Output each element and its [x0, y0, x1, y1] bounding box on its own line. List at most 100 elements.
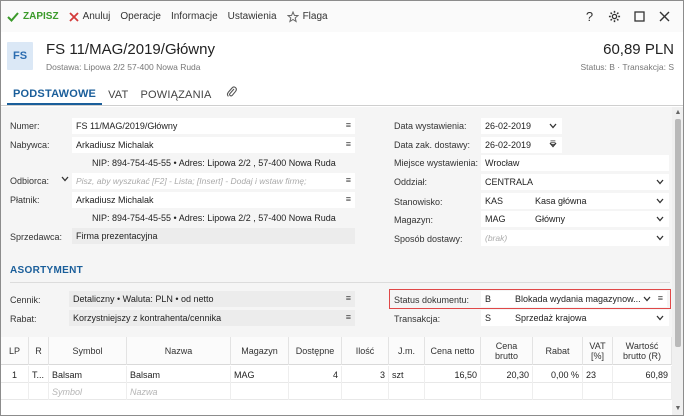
help-button[interactable]: ?	[577, 1, 602, 32]
scroll-up-icon[interactable]: ▲	[674, 109, 682, 117]
cell-lp-empty	[1, 383, 29, 400]
col-header-jm[interactable]: J.m.	[389, 337, 425, 365]
col-header-lp[interactable]: LP	[1, 337, 29, 365]
menu-icon[interactable]: ≡	[658, 293, 663, 303]
sprzedawca-value: Firma prezentacyjna	[76, 231, 158, 241]
col-header-wartosc-brutto[interactable]: Wartość brutto (R)	[613, 337, 672, 365]
chevron-down-icon[interactable]	[656, 214, 664, 224]
status-dokumentu-select[interactable]: B Blokada wydania magazynow... ≡	[481, 291, 667, 307]
nabywca-details: NIP: 894-754-45-55 • Adres: Lipowa 2/2 ,…	[92, 158, 336, 168]
col-header-symbol[interactable]: Symbol	[49, 337, 127, 365]
flag-button[interactable]: Flaga	[282, 1, 333, 32]
items-table: LP R Symbol Nazwa Magazyn Dostępne Ilość…	[1, 337, 672, 415]
oddzial-label: Oddział:	[394, 177, 428, 187]
menu-icon[interactable]: ≡	[346, 312, 351, 322]
cell-jm[interactable]: szt	[389, 366, 425, 383]
data-zak-menu-icon[interactable]: ≡	[550, 138, 556, 149]
numer-field[interactable]: FS 11/MAG/2019/Główny ≡	[72, 118, 355, 134]
col-header-cena-brutto[interactable]: Cena brutto	[481, 337, 533, 365]
col-header-ilosc[interactable]: Ilość	[342, 337, 389, 365]
col-header-nazwa[interactable]: Nazwa	[127, 337, 231, 365]
gear-icon[interactable]	[602, 1, 627, 32]
cell-rabat[interactable]: 0,00 %	[533, 366, 583, 383]
cell-cena-netto[interactable]: 16,50	[425, 366, 481, 383]
menu-icon[interactable]: ≡	[346, 293, 351, 303]
sposob-dostawy-label: Sposób dostawy:	[394, 234, 463, 244]
save-label: ZAPISZ	[23, 11, 59, 22]
cell-cena-brutto[interactable]: 20,30	[481, 366, 533, 383]
settings-menu[interactable]: Ustawienia	[223, 1, 282, 32]
rabat-field[interactable]: Korzystniejszy z kontrahenta/cennika ≡	[69, 310, 355, 326]
table-row[interactable]: 1 T... Balsam Balsam MAG 4 3 szt 16,50 2…	[1, 366, 672, 383]
section-title-asortyment: ASORTYMENT	[10, 265, 83, 276]
menu-icon[interactable]: ≡	[346, 194, 351, 204]
platnik-details: NIP: 894-754-45-55 • Adres: Lipowa 2/2 ,…	[92, 213, 336, 223]
cell-magazyn[interactable]: MAG	[231, 366, 289, 383]
tab-vat[interactable]: VAT	[102, 89, 134, 105]
save-button[interactable]: ZAPISZ	[1, 1, 64, 32]
cell-empty	[342, 383, 389, 400]
cell-symbol[interactable]: Balsam	[49, 366, 127, 383]
cell-lp: 1	[1, 366, 29, 383]
cell-nazwa[interactable]: Balsam	[127, 366, 231, 383]
cell-empty	[231, 383, 289, 400]
new-item-row[interactable]: Symbol Nazwa	[1, 383, 672, 400]
odbiorca-dropdown-icon[interactable]	[61, 174, 69, 184]
cell-ilosc[interactable]: 3	[342, 366, 389, 383]
paperclip-icon[interactable]	[218, 85, 243, 105]
tab-powiazania[interactable]: POWIĄZANIA	[134, 89, 217, 105]
transakcja-select[interactable]: S Sprzedaż krajowa	[481, 310, 669, 326]
col-header-dostepne[interactable]: Dostępne	[289, 337, 342, 365]
col-header-vat[interactable]: VAT [%]	[583, 337, 613, 365]
platnik-field[interactable]: Arkadiusz Michalak ≡	[72, 192, 355, 208]
chevron-down-icon[interactable]	[656, 177, 664, 187]
chevron-down-icon[interactable]	[656, 196, 664, 206]
menu-icon[interactable]: ≡	[346, 120, 351, 130]
delivery-address: Dostawa: Lipowa 2/2 57-400 Nowa Ruda	[46, 62, 201, 72]
cennik-field[interactable]: Detaliczny • Waluta: PLN • od netto ≡	[69, 291, 355, 307]
sposob-dostawy-placeholder: (brak)	[485, 233, 508, 243]
cell-vat[interactable]: 23	[583, 366, 613, 383]
settings-label: Ustawienia	[227, 11, 277, 22]
cell-empty	[425, 383, 481, 400]
col-header-r[interactable]: R	[29, 337, 49, 365]
operations-label: Operacje	[120, 11, 161, 22]
tab-podstawowe[interactable]: PODSTAWOWE	[7, 88, 103, 105]
data-wystawienia-field[interactable]: 26-02-2019	[481, 118, 562, 134]
platnik-label: Płatnik:	[10, 195, 40, 205]
chevron-down-icon[interactable]	[643, 294, 651, 304]
vertical-scrollbar[interactable]: ▲ ▼	[672, 107, 683, 415]
menu-icon[interactable]: ≡	[346, 139, 351, 149]
cell-dostepne: 4	[289, 366, 342, 383]
sprzedawca-label: Sprzedawca:	[10, 232, 63, 242]
col-header-cena-netto[interactable]: Cena netto	[425, 337, 481, 365]
magazyn-select[interactable]: MAG Główny	[481, 211, 669, 227]
chevron-down-icon[interactable]	[656, 313, 664, 323]
odbiorca-search-input[interactable]: Pisz, aby wyszukać [F2] - Lista; [Insert…	[72, 173, 355, 189]
col-header-rabat[interactable]: Rabat	[533, 337, 583, 365]
oddzial-value: CENTRALA	[485, 177, 534, 187]
new-nazwa-input[interactable]: Nazwa	[127, 383, 231, 400]
stanowisko-select[interactable]: KAS Kasa główna	[481, 193, 669, 209]
miejsce-wystawienia-input[interactable]: Wrocław	[481, 155, 669, 171]
stanowisko-value: Kasa główna	[535, 196, 587, 206]
flag-label: Flaga	[302, 11, 328, 22]
cancel-button[interactable]: Anuluj	[64, 1, 116, 32]
close-window-icon[interactable]	[652, 1, 677, 32]
scroll-thumb[interactable]	[675, 119, 681, 347]
data-wystawienia-value: 26-02-2019	[485, 121, 532, 131]
col-header-magazyn[interactable]: Magazyn	[231, 337, 289, 365]
nabywca-value: Arkadiusz Michalak	[76, 140, 154, 150]
chevron-down-icon[interactable]	[656, 233, 664, 243]
oddzial-select[interactable]: CENTRALA	[481, 174, 669, 190]
cell-empty	[583, 383, 613, 400]
nabywca-field[interactable]: Arkadiusz Michalak ≡	[72, 137, 355, 153]
maximize-icon[interactable]	[627, 1, 652, 32]
menu-icon[interactable]: ≡	[346, 175, 351, 185]
information-menu[interactable]: Informacje	[166, 1, 223, 32]
chevron-down-icon[interactable]	[549, 121, 557, 131]
sposob-dostawy-select[interactable]: (brak)	[481, 230, 669, 246]
scroll-down-icon[interactable]: ▼	[674, 405, 682, 413]
new-symbol-input[interactable]: Symbol	[49, 383, 127, 400]
operations-menu[interactable]: Operacje	[115, 1, 166, 32]
